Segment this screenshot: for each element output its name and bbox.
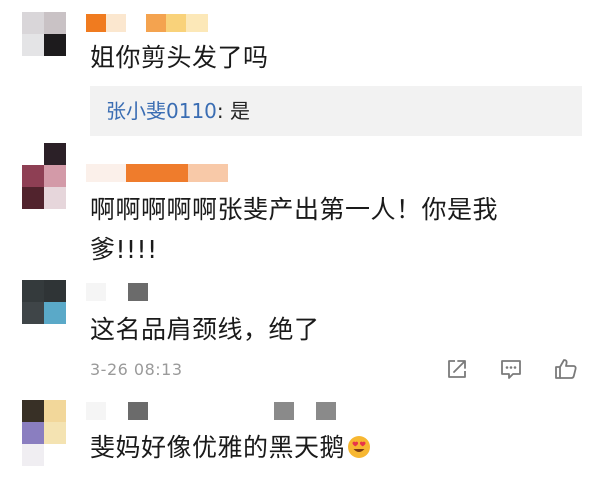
reply-separator: : [216, 99, 231, 123]
username-mosaic[interactable] [86, 402, 346, 422]
avatar[interactable] [22, 12, 66, 56]
heart-eyes-emoji-icon [348, 436, 371, 458]
username-mosaic[interactable] [86, 12, 216, 32]
avatar[interactable] [22, 143, 66, 209]
share-button[interactable] [444, 356, 470, 382]
comment-text-line2: 爹!!!! [90, 235, 158, 264]
avatar[interactable] [22, 280, 66, 324]
reply-author-link[interactable]: 张小斐0110 [106, 99, 217, 123]
comment-text-content: 斐妈好像优雅的黑天鹅 [90, 433, 346, 462]
username-mosaic[interactable] [86, 164, 236, 184]
like-button[interactable] [553, 356, 579, 382]
reply-box[interactable]: 张小斐0110: 是 [90, 86, 582, 136]
comment-icon [501, 360, 521, 379]
like-icon [555, 359, 577, 379]
comment-text: 姐你剪头发了吗 [90, 43, 269, 72]
avatar[interactable] [22, 400, 66, 466]
reply-text: 是 [230, 99, 251, 123]
username-mosaic[interactable] [86, 283, 156, 303]
comment-text: 斐妈好像优雅的黑天鹅 [90, 428, 371, 468]
share-icon [448, 360, 466, 378]
comment-text: 这名品肩颈线，绝了 [90, 315, 320, 344]
comment-time: 3-26 08:13 [90, 360, 183, 379]
reply-line: 张小斐0110: 是 [106, 96, 250, 126]
comment-text-line1: 啊啊啊啊啊张斐产出第一人！你是我 [90, 195, 499, 224]
comment-button[interactable] [498, 356, 524, 382]
